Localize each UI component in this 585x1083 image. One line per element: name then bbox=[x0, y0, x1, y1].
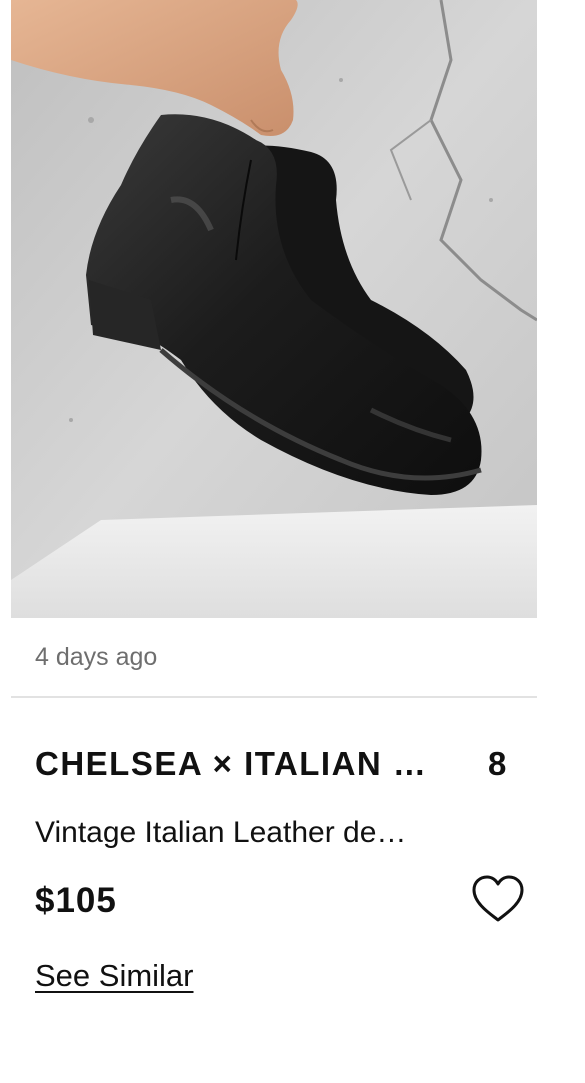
listing-title[interactable]: Vintage Italian Leather de… bbox=[35, 814, 480, 852]
boot-illustration bbox=[11, 0, 537, 618]
size-label: 8 bbox=[488, 745, 507, 782]
divider bbox=[11, 696, 537, 698]
heart-outline-icon bbox=[472, 875, 524, 922]
product-photo[interactable] bbox=[11, 0, 537, 618]
price: $105 bbox=[35, 881, 117, 920]
favorite-button[interactable] bbox=[470, 874, 526, 924]
posted-time: 4 days ago bbox=[35, 643, 158, 671]
listing-card[interactable]: 4 days ago CHELSEA × ITALIAN … 8 Vintage… bbox=[0, 0, 585, 1083]
designer-name[interactable]: CHELSEA × ITALIAN … bbox=[35, 744, 455, 784]
see-similar-link[interactable]: See Similar bbox=[35, 956, 194, 996]
